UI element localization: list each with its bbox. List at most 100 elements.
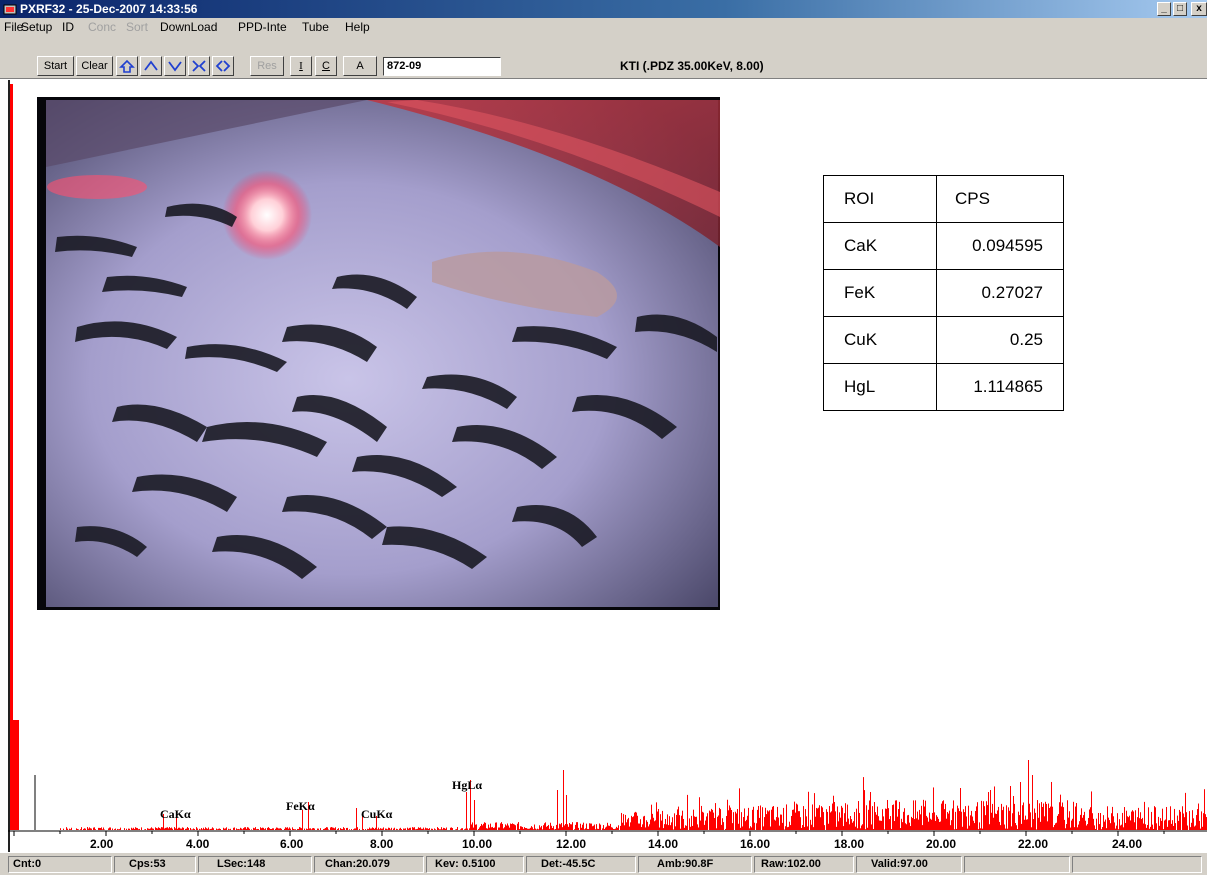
spectrum-bar bbox=[852, 822, 853, 830]
spectrum-bar bbox=[307, 829, 308, 830]
spectrum-bar bbox=[268, 827, 269, 830]
spectrum-bar bbox=[598, 828, 599, 830]
spectrum-bar bbox=[834, 801, 835, 830]
spectrum-bar bbox=[512, 823, 513, 830]
table-row: HgL 1.114865 bbox=[823, 363, 1064, 411]
spectrum-bar bbox=[1003, 806, 1004, 830]
spectrum-bar bbox=[363, 829, 364, 830]
spectrum-bar bbox=[1194, 826, 1195, 830]
spectrum-bar bbox=[1057, 815, 1058, 830]
spectrum-bar bbox=[165, 827, 166, 830]
spectrum-bar bbox=[660, 814, 661, 830]
spectrum-bar bbox=[456, 829, 457, 830]
spectrum-bar bbox=[692, 825, 693, 830]
status-cps: Cps:53 bbox=[114, 856, 196, 873]
spectrum-bar bbox=[744, 808, 745, 830]
spectrum-bar bbox=[178, 827, 179, 830]
spectrum-bar bbox=[194, 829, 195, 830]
spectrum-bar bbox=[670, 825, 671, 830]
spectrum-bar bbox=[1172, 820, 1173, 830]
spectrum-bar bbox=[543, 825, 544, 830]
spectrum-bar bbox=[807, 826, 808, 830]
spectrum-bar bbox=[1013, 795, 1014, 830]
spectrum-bar bbox=[409, 827, 410, 830]
spectrum-bar bbox=[168, 828, 169, 830]
spectrum-bar bbox=[465, 828, 466, 830]
spectrum-bar bbox=[464, 829, 465, 830]
spectrum-bar bbox=[554, 829, 555, 830]
spectrum-bar bbox=[770, 826, 771, 830]
spectrum-bar bbox=[1007, 828, 1008, 830]
spectrum-bar bbox=[1142, 817, 1143, 830]
spectrum-bar bbox=[1195, 825, 1196, 830]
spectrum-bar bbox=[848, 818, 849, 830]
spectrum-bar bbox=[483, 823, 484, 830]
spectrum-bar bbox=[197, 828, 198, 830]
spectrum-bar bbox=[60, 828, 61, 830]
spectrum-bar bbox=[389, 827, 390, 830]
axis-tick-label: 10.00 bbox=[462, 837, 493, 851]
spectrum-bar bbox=[895, 800, 896, 830]
spectrum-bar bbox=[924, 806, 925, 830]
spectrum-bar bbox=[248, 827, 249, 830]
spectrum-bar bbox=[956, 828, 957, 830]
spectrum-bar bbox=[244, 827, 245, 830]
spectrum-bar bbox=[854, 811, 855, 830]
spectrum-bar bbox=[1129, 815, 1130, 830]
spectrum-bar bbox=[585, 828, 586, 830]
spectrum-bar bbox=[613, 829, 614, 830]
spectrum-bar bbox=[383, 827, 384, 830]
spectrum-bar bbox=[918, 819, 919, 830]
spectrum-bar bbox=[1094, 825, 1095, 830]
spectrum-bar bbox=[1162, 808, 1163, 830]
spectrum-bar bbox=[393, 828, 394, 830]
spectrum-bar bbox=[926, 815, 927, 830]
spectrum-bar bbox=[683, 818, 684, 830]
spectrum-bar bbox=[209, 829, 210, 830]
spectrum-bar bbox=[455, 829, 456, 830]
spectrum-bar bbox=[889, 819, 890, 830]
spectrum-bar bbox=[1114, 822, 1115, 830]
spectrum-bar bbox=[909, 822, 910, 830]
spectrum-bar bbox=[438, 828, 439, 830]
spectrum-bar bbox=[937, 816, 938, 830]
spectrum-bar bbox=[731, 809, 732, 830]
spectrum-bar bbox=[917, 811, 918, 830]
spectrum-bar bbox=[150, 828, 151, 830]
spectrum-bar bbox=[1042, 806, 1043, 830]
spectrum-bar bbox=[590, 823, 591, 830]
spectrum-bar bbox=[799, 811, 800, 830]
spectrum-bar bbox=[1175, 823, 1176, 830]
spectrum-bar bbox=[460, 829, 461, 830]
spectrum-bar bbox=[530, 827, 531, 830]
spectrum-bar bbox=[656, 802, 657, 830]
spectrum-bar bbox=[145, 829, 146, 830]
spectrum-bar bbox=[783, 807, 784, 830]
spectrum-bar bbox=[985, 815, 986, 830]
spectrum-bar bbox=[661, 820, 662, 830]
spectrum-bar bbox=[529, 828, 530, 830]
spectrum-bar bbox=[279, 828, 280, 830]
spectrum-bar bbox=[174, 827, 175, 830]
spectrum-bar bbox=[648, 826, 649, 830]
sample-camera-image bbox=[37, 97, 720, 610]
spectrum-bar bbox=[567, 824, 568, 830]
spectrum-bar bbox=[999, 821, 1000, 830]
spectrum-bar bbox=[728, 810, 729, 830]
spectrum-bar bbox=[133, 827, 134, 830]
spectrum-bar bbox=[1169, 820, 1170, 830]
spectrum-bar bbox=[1144, 801, 1145, 830]
spectrum-bar bbox=[286, 827, 287, 830]
spectrum-bar bbox=[599, 823, 600, 830]
spectrum-bar bbox=[1032, 775, 1033, 830]
spectrum-bar bbox=[553, 826, 554, 830]
spectrum-bar bbox=[643, 816, 644, 830]
roi-cps: 0.094595 bbox=[936, 222, 1064, 270]
spectrum-bar bbox=[451, 827, 452, 830]
spectrum-bar bbox=[1165, 819, 1166, 830]
spectrum-bar bbox=[157, 828, 158, 830]
spectrum-bar bbox=[1038, 817, 1039, 830]
spectrum-bar bbox=[285, 827, 286, 830]
spectrum-bar bbox=[723, 822, 724, 830]
spectrum-bar bbox=[945, 803, 946, 830]
